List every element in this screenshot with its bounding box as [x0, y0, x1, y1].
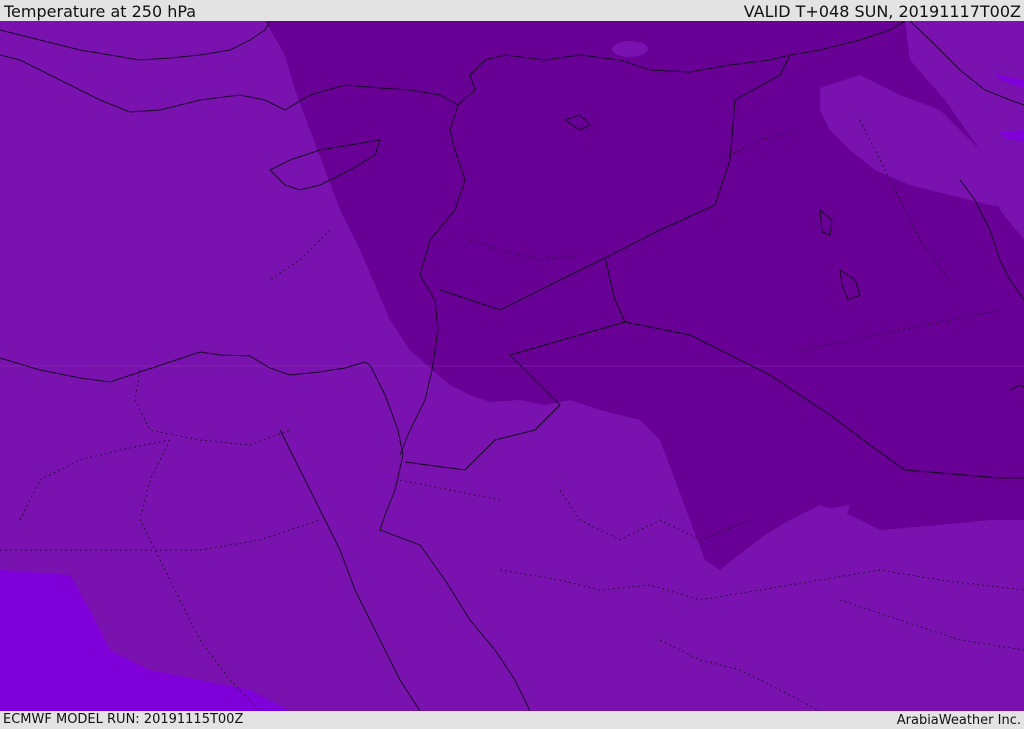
credit: ArabiaWeather Inc. — [896, 713, 1021, 728]
temperature-map — [0, 21, 1024, 711]
temperature-contour-patch — [612, 41, 648, 57]
valid-time: VALID T+048 SUN, 20191117T00Z — [743, 2, 1021, 21]
header-bar: Temperature at 250 hPa VALID T+048 SUN, … — [0, 0, 1024, 21]
map-title: Temperature at 250 hPa — [4, 2, 197, 21]
footer-bar: ECMWF MODEL RUN: 20191115T00Z ArabiaWeat… — [0, 711, 1024, 729]
model-run: ECMWF MODEL RUN: 20191115T00Z — [3, 712, 244, 727]
